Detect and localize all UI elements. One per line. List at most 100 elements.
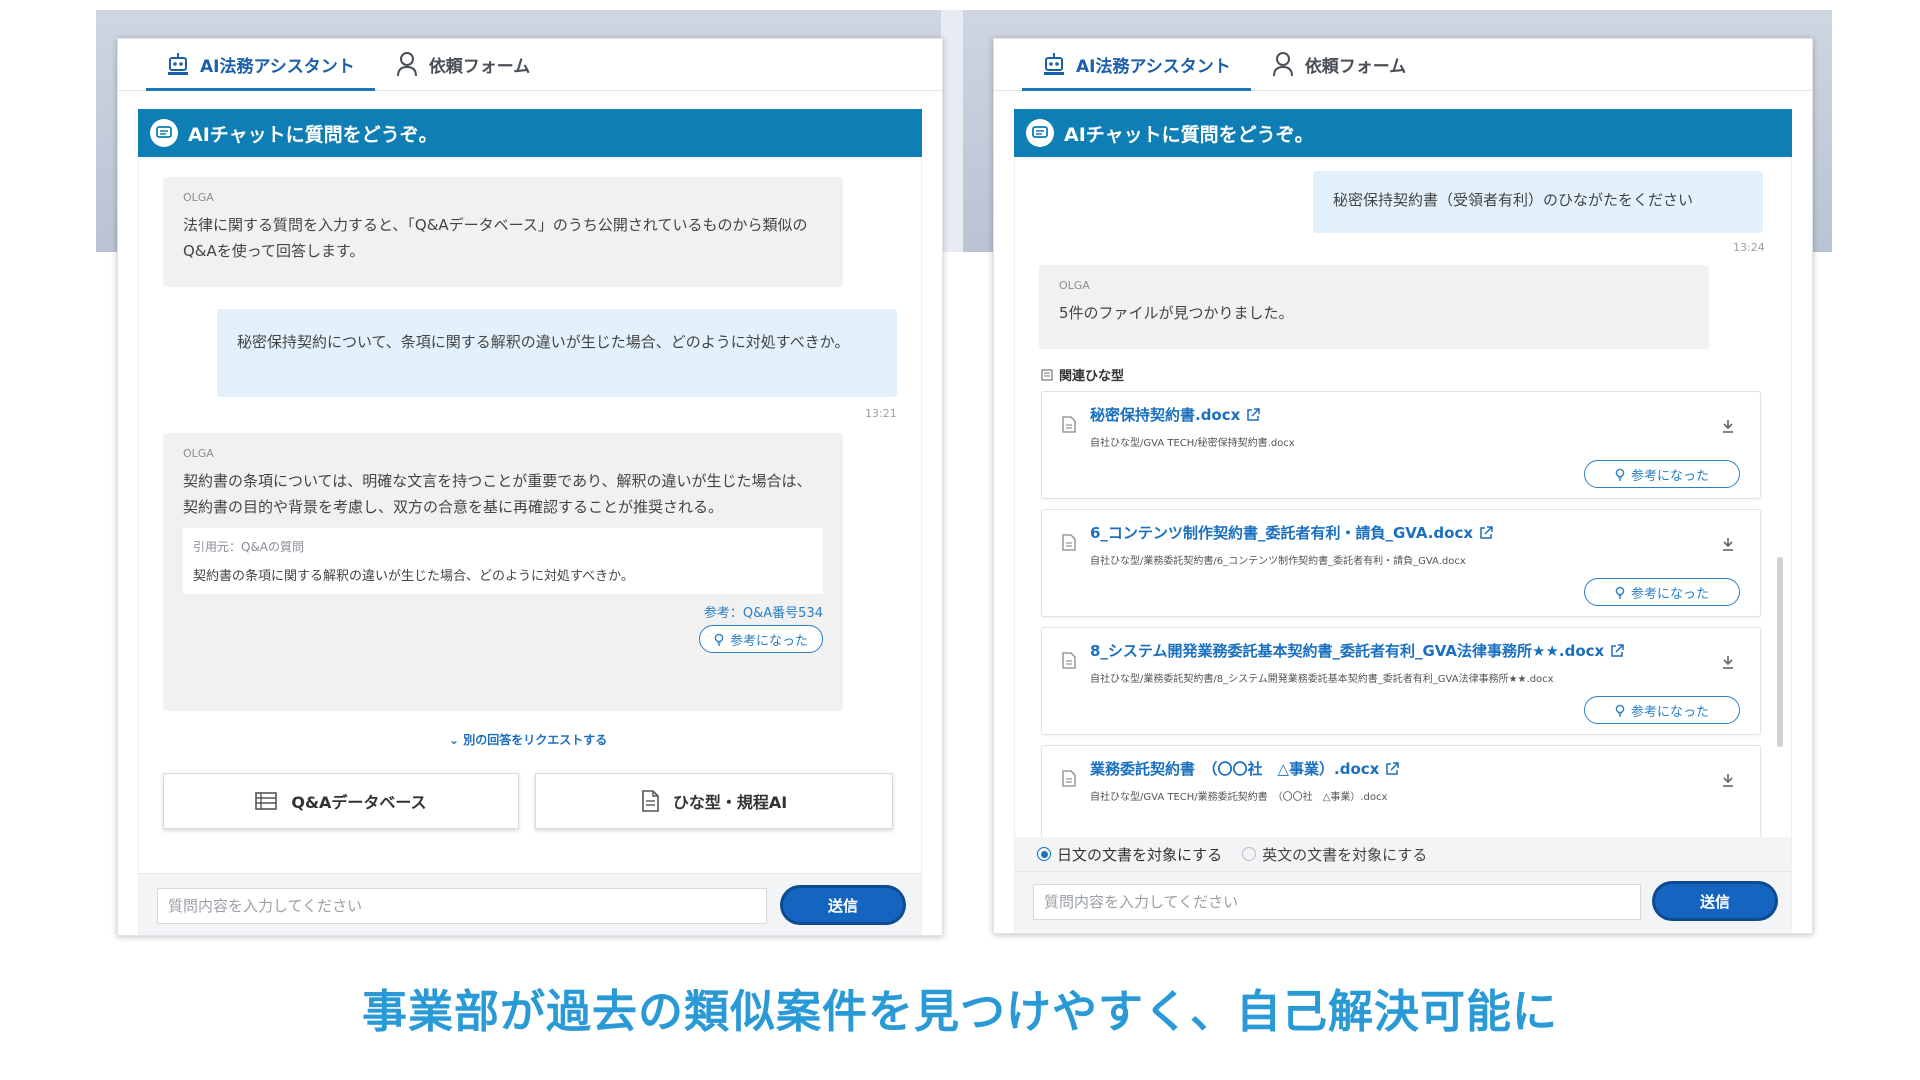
radio-japanese[interactable]: 日文の文書を対象にする [1037, 844, 1222, 865]
tab-request-form[interactable]: 依頼フォーム [375, 38, 551, 90]
request-another-answer-label: 別の回答をリクエストする [463, 733, 608, 747]
reference-link[interactable]: 参考：Q&A番号534 [183, 602, 823, 621]
citation-box: 引用元：Q&Aの質問 契約書の条項に関する解釈の違いが生じた場合、どのように対処… [183, 528, 823, 594]
user-message-text: 秘密保持契約について、条項に関する解釈の違いが生じた場合、どのように対処すべきか… [237, 333, 850, 351]
robot-icon [1042, 51, 1066, 77]
chat-window: AIチャットに質問をどうぞ。 秘密保持契約書（受領者有利）のひながたをください … [1014, 109, 1792, 933]
user-message: 秘密保持契約について、条項に関する解釈の違いが生じた場合、どのように対処すべきか… [217, 309, 897, 397]
file-card: 6_コンテンツ制作契約書_委託者有利・請負_GVA.docx 自社ひな型/業務委… [1041, 509, 1761, 617]
file-name-link[interactable]: 秘密保持契約書.docx [1090, 404, 1261, 425]
bulb-icon [1615, 704, 1625, 717]
user-message-time: 13:24 [1733, 241, 1765, 254]
bulb-icon [1615, 586, 1625, 599]
scrollbar-thumb[interactable] [1777, 557, 1783, 747]
send-button[interactable]: 送信 [1655, 884, 1775, 918]
caption-headline: 事業部が過去の類似案件を見つけやすく、自己解決可能に [361, 985, 1558, 1038]
download-icon[interactable] [1722, 772, 1734, 791]
chat-bubble-icon [150, 119, 178, 147]
file-path: 自社ひな型/GVA TECH/秘密保持契約書.docx [1090, 438, 1295, 449]
citation-text: 契約書の条項に関する解釈の違いが生じた場合、どのように対処すべきか。 [193, 569, 634, 584]
radio-selected-icon [1037, 847, 1051, 861]
radio-english-label: 英文の文書を対象にする [1262, 845, 1428, 864]
bot-name: OLGA [183, 447, 214, 460]
tab-request-form[interactable]: 依頼フォーム [1251, 38, 1427, 90]
bot-message: OLGA 5件のファイルが見つかりました。 [1039, 265, 1709, 349]
external-link-icon [1479, 525, 1493, 540]
radio-unselected-icon [1242, 847, 1257, 861]
question-input[interactable] [157, 888, 767, 924]
template-ai-button[interactable]: ひな型・規程AI [535, 773, 893, 829]
user-message-time: 13:21 [865, 407, 897, 420]
external-link-icon [1610, 643, 1624, 658]
person-icon [395, 51, 419, 77]
file-name: 8_システム開発業務委託基本契約書_委託者有利_GVA法律事務所★★.docx [1090, 642, 1605, 660]
document-icon [1062, 770, 1076, 791]
helpful-label: 参考になった [729, 633, 808, 649]
download-icon[interactable] [1722, 654, 1734, 673]
bot-intro-text: 法律に関する質問を入力すると、「Q&Aデータベース」のうち公開されているものから… [183, 216, 808, 260]
related-templates-text: 関連ひな型 [1059, 369, 1125, 384]
file-name: 6_コンテンツ制作契約書_委託者有利・請負_GVA.docx [1090, 524, 1474, 542]
send-button[interactable]: 送信 [783, 888, 903, 922]
tab-ai-assistant[interactable]: AI法務アシスタント [146, 38, 375, 91]
template-ai-label: ひな型・規程AI [672, 793, 788, 812]
bulb-icon [1615, 468, 1625, 481]
input-bar: 送信 [1015, 871, 1791, 933]
chat-header: AIチャットに質問をどうぞ。 [1014, 109, 1792, 157]
bot-intro-message: OLGA 法律に関する質問を入力すると、「Q&Aデータベース」のうち公開されてい… [163, 177, 843, 287]
document-icon [1062, 652, 1076, 673]
tab-ai-assistant[interactable]: AI法務アシスタント [1022, 38, 1251, 91]
file-name: 秘密保持契約書.docx [1090, 406, 1241, 424]
chevron-down-icon: ⌄ [449, 733, 464, 747]
chat-header-title: AIチャットに質問をどうぞ。 [188, 123, 438, 146]
citation-label: 引用元：Q&Aの質問 [193, 540, 305, 554]
chat-bubble-icon [1026, 119, 1054, 147]
robot-icon [166, 51, 190, 77]
chat-header: AIチャットに質問をどうぞ。 [138, 109, 922, 157]
template-icon [1041, 368, 1053, 381]
bot-name: OLGA [1059, 279, 1090, 292]
list-icon [255, 792, 278, 810]
tab-bar: AI法務アシスタント 依頼フォーム [118, 39, 942, 91]
helpful-label: 参考になった [1630, 468, 1709, 484]
external-link-icon [1385, 761, 1400, 776]
tab-request-form-label: 依頼フォーム [428, 56, 531, 77]
file-name-link[interactable]: 業務委託契約書 （〇〇社 △事業）.docx [1090, 758, 1400, 779]
bulb-icon [714, 633, 724, 646]
left-panel: AI法務アシスタント 依頼フォーム AIチャットに質問をどうぞ。 OLGA 法律… [117, 38, 943, 936]
related-templates-label: 関連ひな型 [1041, 365, 1124, 384]
bot-answer-message: OLGA 契約書の条項については、明確な文言を持つことが重要であり、解釈の違いが… [163, 433, 843, 711]
user-message: 秘密保持契約書（受領者有利）のひながたをください [1313, 171, 1763, 233]
tab-request-form-label: 依頼フォーム [1304, 56, 1407, 77]
file-path: 自社ひな型/業務委託契約書/6_コンテンツ制作契約書_委託者有利・請負_GVA.… [1090, 556, 1466, 567]
helpful-button[interactable]: 参考になった [1584, 696, 1740, 724]
request-another-answer-link[interactable]: ⌄ 別の回答をリクエストする [449, 731, 607, 748]
document-icon [1062, 416, 1076, 437]
bot-answer-text: 契約書の条項については、明確な文言を持つことが重要であり、解釈の違いが生じた場合… [183, 472, 812, 516]
download-icon[interactable] [1722, 418, 1734, 437]
document-icon [641, 790, 659, 812]
file-card: 8_システム開発業務委託基本契約書_委託者有利_GVA法律事務所★★.docx … [1041, 627, 1761, 735]
radio-english[interactable]: 英文の文書を対象にする [1242, 844, 1427, 865]
tab-ai-assistant-label: AI法務アシスタント [1076, 56, 1231, 77]
question-input[interactable] [1033, 884, 1641, 920]
input-bar: 送信 [139, 873, 921, 935]
file-name-link[interactable]: 6_コンテンツ制作契約書_委託者有利・請負_GVA.docx [1090, 522, 1493, 543]
radio-japanese-label: 日文の文書を対象にする [1057, 845, 1223, 864]
helpful-button[interactable]: 参考になった [1584, 460, 1740, 488]
bot-name: OLGA [183, 191, 214, 204]
helpful-label: 参考になった [1630, 586, 1709, 602]
helpful-button[interactable]: 参考になった [698, 625, 823, 653]
file-name-link[interactable]: 8_システム開発業務委託基本契約書_委託者有利_GVA法律事務所★★.docx [1090, 640, 1624, 661]
chat-header-title: AIチャットに質問をどうぞ。 [1064, 123, 1314, 146]
helpful-label: 参考になった [1630, 704, 1709, 720]
qa-database-label: Q&Aデータベース [291, 793, 427, 812]
file-card: 秘密保持契約書.docx 自社ひな型/GVA TECH/秘密保持契約書.docx… [1041, 391, 1761, 499]
download-icon[interactable] [1722, 536, 1734, 555]
helpful-button[interactable]: 参考になった [1584, 578, 1740, 606]
document-icon [1062, 534, 1076, 555]
qa-database-button[interactable]: Q&Aデータベース [163, 773, 519, 829]
bot-message-text: 5件のファイルが見つかりました。 [1059, 304, 1294, 322]
language-filter: 日文の文書を対象にする 英文の文書を対象にする [1015, 837, 1791, 871]
person-icon [1271, 51, 1295, 77]
